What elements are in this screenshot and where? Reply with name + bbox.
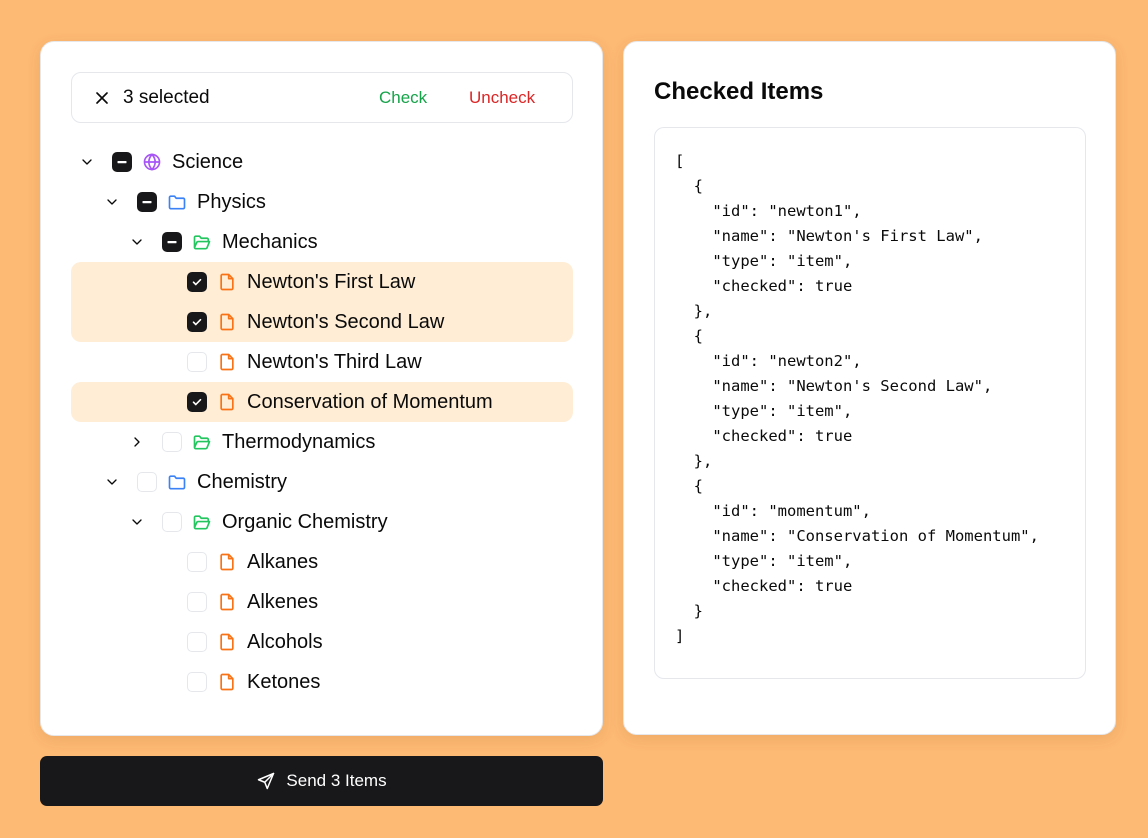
send-items-button[interactable]: Send 3 Items xyxy=(40,756,603,806)
json-output: [ { "id": "newton1", "name": "Newton's F… xyxy=(654,127,1086,679)
tree-row[interactable]: Alkanes xyxy=(71,542,573,582)
chevron-down-icon[interactable] xyxy=(104,194,120,210)
folder-open-icon xyxy=(192,432,212,452)
tree-view: Science Physics Mechanics Newton's First La… xyxy=(71,142,573,702)
file-icon xyxy=(217,312,237,332)
tree-row[interactable]: Science xyxy=(71,142,573,182)
close-icon[interactable] xyxy=(92,88,112,108)
tree-label[interactable]: Newton's First Law xyxy=(247,271,415,293)
tree-label[interactable]: Alkenes xyxy=(247,591,318,613)
tree-row[interactable]: Thermodynamics xyxy=(71,422,573,462)
chevron-down-icon[interactable] xyxy=(129,234,145,250)
tree-checkbox[interactable] xyxy=(187,272,207,292)
globe-icon xyxy=(142,152,162,172)
tree-row[interactable]: Organic Chemistry xyxy=(71,502,573,542)
tree-row[interactable]: Newton's Third Law xyxy=(71,342,573,382)
chevron-right-icon[interactable] xyxy=(129,434,145,450)
tree-checkbox[interactable] xyxy=(187,592,207,612)
tree-checkbox[interactable] xyxy=(187,672,207,692)
tree-label[interactable]: Physics xyxy=(197,191,266,213)
folder-open-icon xyxy=(192,232,212,252)
file-icon xyxy=(217,592,237,612)
tree-panel: 3 selected Check Uncheck Science Physics M… xyxy=(40,41,603,736)
tree-checkbox[interactable] xyxy=(162,432,182,452)
tree-checkbox[interactable] xyxy=(137,192,157,212)
file-icon xyxy=(217,552,237,572)
tree-label[interactable]: Alcohols xyxy=(247,631,323,653)
tree-checkbox[interactable] xyxy=(162,232,182,252)
tree-label[interactable]: Alkanes xyxy=(247,551,318,573)
tree-label[interactable]: Thermodynamics xyxy=(222,431,375,453)
tree-row[interactable]: Mechanics xyxy=(71,222,573,262)
file-icon xyxy=(217,392,237,412)
folder-icon xyxy=(167,192,187,212)
file-icon xyxy=(217,272,237,292)
tree-label[interactable]: Organic Chemistry xyxy=(222,511,388,533)
selected-count: 3 selected xyxy=(123,87,210,108)
chevron-down-icon[interactable] xyxy=(79,154,95,170)
tree-label[interactable]: Newton's Third Law xyxy=(247,351,422,373)
file-icon xyxy=(217,672,237,692)
tree-row[interactable]: Ketones xyxy=(71,662,573,702)
chevron-down-icon[interactable] xyxy=(104,474,120,490)
file-icon xyxy=(217,352,237,372)
selection-bar: 3 selected Check Uncheck xyxy=(71,72,573,123)
tree-row[interactable]: Alkenes xyxy=(71,582,573,622)
send-icon xyxy=(258,772,275,790)
folder-icon xyxy=(167,472,187,492)
tree-label[interactable]: Conservation of Momentum xyxy=(247,391,493,413)
panel-title: Checked Items xyxy=(654,78,824,105)
tree-label[interactable]: Ketones xyxy=(247,671,320,693)
tree-label[interactable]: Science xyxy=(172,151,243,173)
tree-row[interactable]: Newton's First Law xyxy=(71,262,573,302)
tree-checkbox[interactable] xyxy=(187,552,207,572)
tree-row[interactable]: Physics xyxy=(71,182,573,222)
folder-open-icon xyxy=(192,512,212,532)
uncheck-button[interactable]: Uncheck xyxy=(469,87,535,109)
tree-checkbox[interactable] xyxy=(187,312,207,332)
chevron-down-icon[interactable] xyxy=(129,514,145,530)
tree-checkbox[interactable] xyxy=(137,472,157,492)
tree-label[interactable]: Chemistry xyxy=(197,471,287,493)
checked-items-panel: Checked Items [ { "id": "newton1", "name… xyxy=(623,41,1116,735)
tree-row[interactable]: Newton's Second Law xyxy=(71,302,573,342)
file-icon xyxy=(217,632,237,652)
send-button-label: Send 3 Items xyxy=(286,771,387,790)
tree-checkbox[interactable] xyxy=(187,632,207,652)
tree-row[interactable]: Conservation of Momentum xyxy=(71,382,573,422)
tree-checkbox[interactable] xyxy=(112,152,132,172)
tree-checkbox[interactable] xyxy=(187,392,207,412)
check-button[interactable]: Check xyxy=(379,87,427,109)
json-text: [ { "id": "newton1", "name": "Newton's F… xyxy=(675,152,1039,645)
tree-checkbox[interactable] xyxy=(187,352,207,372)
tree-checkbox[interactable] xyxy=(162,512,182,532)
tree-row[interactable]: Chemistry xyxy=(71,462,573,502)
tree-label[interactable]: Mechanics xyxy=(222,231,318,253)
tree-row[interactable]: Alcohols xyxy=(71,622,573,662)
tree-label[interactable]: Newton's Second Law xyxy=(247,311,444,333)
